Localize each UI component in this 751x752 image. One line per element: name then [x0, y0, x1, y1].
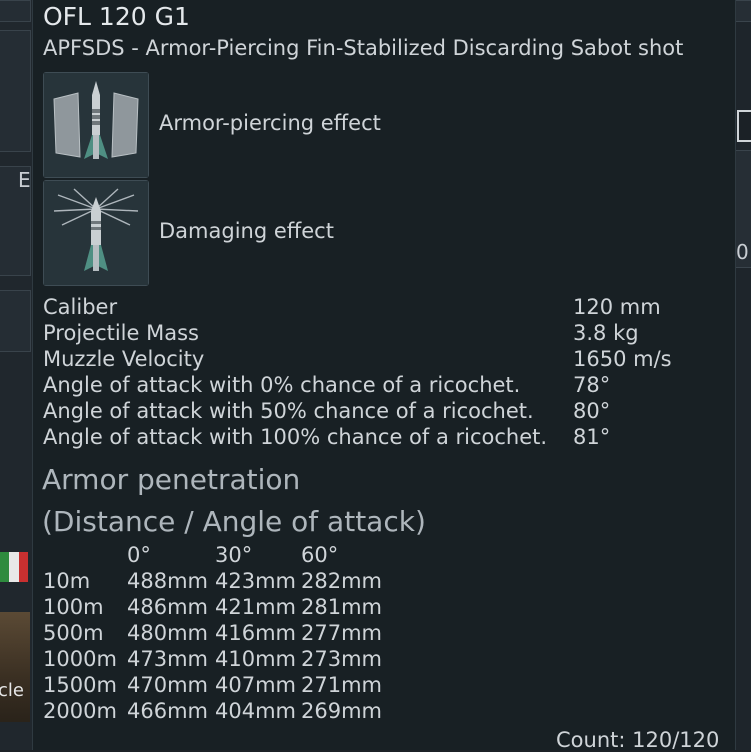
- penetration-cell: 271mm: [301, 673, 382, 697]
- background-slot: [0, 0, 31, 22]
- stat-row: Projectile Mass 3.8 kg: [43, 320, 733, 346]
- angle-header: 60°: [301, 543, 339, 567]
- penetration-title: Armor penetration: [42, 463, 301, 496]
- checkbox[interactable]: [737, 110, 751, 142]
- shell-stats: Caliber 120 mm Projectile Mass 3.8 kg Muzz…: [43, 294, 733, 450]
- stat-row: Angle of attack with 100% chance of a ri…: [43, 424, 733, 450]
- ammo-count: Count: 120/120: [556, 728, 720, 752]
- distance-cell: 10m: [43, 569, 91, 593]
- distance-cell: 1000m: [43, 647, 117, 671]
- shell-name: OFL 120 G1: [43, 2, 190, 31]
- distance-cell: 500m: [43, 621, 104, 645]
- stat-value: 78°: [573, 373, 611, 397]
- penetration-cell: 277mm: [301, 621, 382, 645]
- side-partial-digit: 0: [736, 240, 749, 264]
- background-slot: [0, 30, 31, 152]
- side-partial-label: cle: [0, 680, 24, 701]
- side-partial-letter: E: [18, 168, 31, 192]
- penetration-cell: 473mm: [127, 647, 208, 671]
- damaging-effect-icon: [43, 180, 149, 286]
- damaging-effect-label: Damaging effect: [159, 219, 334, 243]
- stat-label: Angle of attack with 100% chance of a ri…: [43, 425, 548, 449]
- stat-label: Caliber: [43, 295, 118, 319]
- penetration-cell: 407mm: [215, 673, 296, 697]
- angle-header: 30°: [215, 543, 253, 567]
- penetration-cell: 282mm: [301, 569, 382, 593]
- distance-cell: 100m: [43, 595, 104, 619]
- stat-value: 81°: [573, 425, 611, 449]
- stat-row: Caliber 120 mm: [43, 294, 733, 320]
- italy-flag-icon: [0, 552, 28, 582]
- armor-piercing-icon: [43, 72, 149, 178]
- penetration-cell: 410mm: [215, 647, 296, 671]
- penetration-cell: 273mm: [301, 647, 382, 671]
- crew-portrait: [0, 612, 30, 722]
- penetration-cell: 480mm: [127, 621, 208, 645]
- penetration-cell: 466mm: [127, 699, 208, 723]
- background-slot: [734, 0, 751, 22]
- penetration-cell: 488mm: [127, 569, 208, 593]
- penetration-cell: 416mm: [215, 621, 296, 645]
- distance-cell: 2000m: [43, 699, 117, 723]
- stat-value: 3.8 kg: [573, 321, 639, 345]
- shell-type-description: APFSDS - Armor-Piercing Fin-Stabilized D…: [43, 36, 684, 60]
- stat-row: Muzzle Velocity 1650 m/s: [43, 346, 733, 372]
- ammo-tooltip: OFL 120 G1 APFSDS - Armor-Piercing Fin-S…: [32, 0, 736, 752]
- penetration-cell: 470mm: [127, 673, 208, 697]
- stat-value: 1650 m/s: [573, 347, 672, 371]
- penetration-subtitle: (Distance / Angle of attack): [42, 505, 426, 538]
- stat-label: Projectile Mass: [43, 321, 199, 345]
- penetration-cell: 423mm: [215, 569, 296, 593]
- stat-label: Angle of attack with 0% chance of a rico…: [43, 373, 521, 397]
- background-slot: [0, 290, 31, 352]
- penetration-cell: 404mm: [215, 699, 296, 723]
- background-left-panel: [0, 0, 32, 750]
- penetration-cell: 281mm: [301, 595, 382, 619]
- distance-cell: 1500m: [43, 673, 117, 697]
- stat-value: 120 mm: [573, 295, 661, 319]
- stat-row: Angle of attack with 50% chance of a ric…: [43, 398, 733, 424]
- stat-label: Angle of attack with 50% chance of a ric…: [43, 399, 534, 423]
- angle-header: 0°: [127, 543, 151, 567]
- armor-piercing-effect-label: Armor-piercing effect: [159, 111, 381, 135]
- penetration-cell: 486mm: [127, 595, 208, 619]
- stat-label: Muzzle Velocity: [43, 347, 205, 371]
- penetration-cell: 421mm: [215, 595, 296, 619]
- penetration-cell: 269mm: [301, 699, 382, 723]
- stat-value: 80°: [573, 399, 611, 423]
- stat-row: Angle of attack with 0% chance of a rico…: [43, 372, 733, 398]
